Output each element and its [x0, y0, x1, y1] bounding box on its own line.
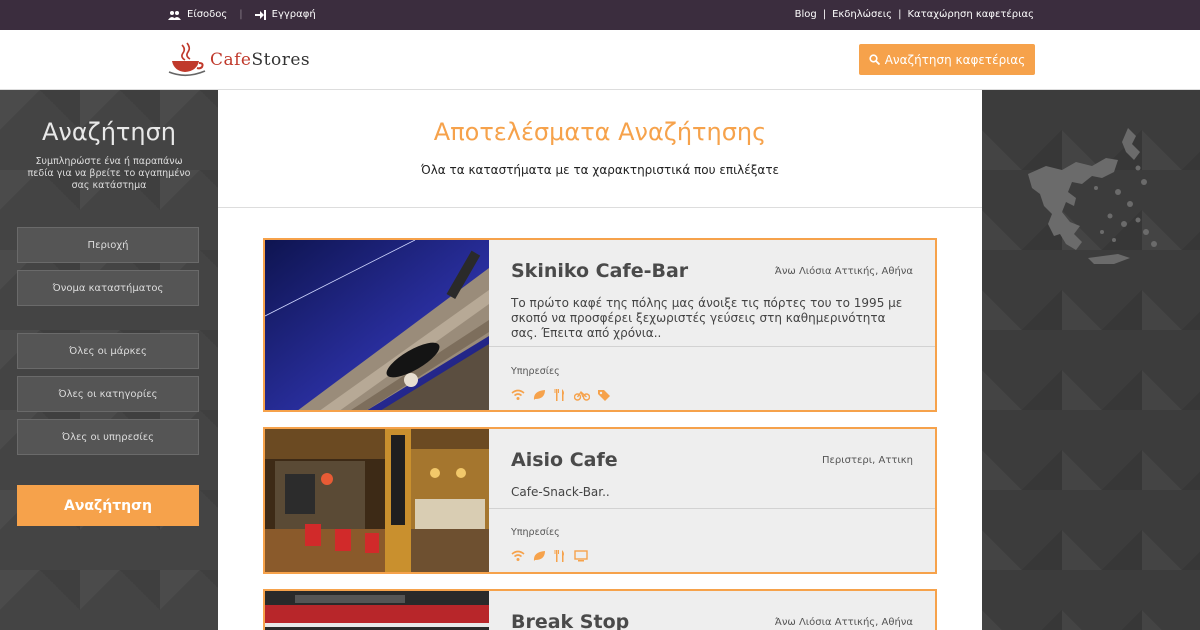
result-card[interactable]: Skiniko Cafe-Bar Άνω Λιόσια Αττικής, Αθή… [263, 238, 937, 412]
cafe-description: Cafe-Snack-Bar.. [511, 485, 610, 499]
search-cafe-button[interactable]: Αναζήτηση καφετέριας [859, 44, 1035, 75]
logo[interactable]: CafeStores [168, 39, 328, 79]
page-title: Αποτελέσματα Αναζήτησης [433, 118, 767, 146]
sign-in-icon [254, 9, 266, 20]
brands-select[interactable]: Όλες οι μάρκες [17, 333, 199, 369]
leaf-icon [532, 547, 546, 561]
services-label: Υπηρεσίες [511, 366, 560, 377]
search-icon [869, 54, 880, 65]
page-subtitle: Όλα τα καταστήματα με τα χαρακτηριστικά … [420, 163, 780, 177]
tag-icon [597, 386, 611, 401]
coffee-cup-icon [168, 42, 206, 77]
result-card[interactable]: Break Stop Άνω Λιόσια Αττικής, Αθήνα [263, 589, 937, 630]
login-link[interactable]: Είσοδος [168, 9, 227, 20]
cafe-name[interactable]: Break Stop [511, 611, 629, 630]
cafe-description: Το πρώτο καφέ της πόλης μας άνοιξε τις π… [511, 296, 903, 340]
bicycle-icon [573, 386, 591, 401]
store-name-field[interactable]: Όνομα καταστήματος [17, 270, 199, 306]
decorative-panel [982, 90, 1200, 630]
add-cafe-link[interactable]: Καταχώρηση καφετέριας [907, 9, 1034, 20]
blog-link[interactable]: Blog [795, 9, 817, 20]
cafe-name[interactable]: Aisio Cafe [511, 449, 618, 471]
cafe-location: Άνω Λιόσια Αττικής, Αθήνα [774, 266, 913, 277]
wifi-icon [511, 386, 525, 400]
cafe-photo [265, 429, 489, 572]
events-link[interactable]: Εκδηλώσεις [832, 9, 892, 20]
cafe-location: Περιστερι, Αττικη [821, 455, 913, 466]
greece-map-icon [1028, 128, 1157, 264]
categories-select[interactable]: Όλες οι κατηγορίες [17, 376, 199, 412]
cutlery-icon [553, 547, 567, 562]
cafe-name[interactable]: Skiniko Cafe-Bar [511, 260, 688, 282]
cafe-location: Άνω Λιόσια Αττικής, Αθήνα [774, 617, 913, 628]
search-cafe-label: Αναζήτηση καφετέριας [884, 52, 1026, 67]
sidebar-search-button[interactable]: Αναζήτηση [17, 485, 199, 526]
top-bar: Είσοδος | Εγγραφή Blog | Εκδηλώσεις | Κα… [0, 0, 1200, 30]
area-field[interactable]: Περιοχή [17, 227, 199, 263]
divider [218, 207, 982, 208]
services-icons [511, 547, 588, 562]
leaf-icon [532, 386, 546, 400]
wifi-icon [511, 547, 525, 561]
services-label: Υπηρεσίες [511, 527, 560, 538]
header: CafeStores Αναζήτηση καφετέριας [0, 30, 1200, 90]
services-icons [511, 386, 611, 401]
cafe-photo [265, 240, 489, 410]
cafe-photo [265, 591, 489, 630]
search-sidebar: Αναζήτηση Συμπληρώστε ένα ή παραπάνω πεδ… [0, 90, 218, 630]
register-link[interactable]: Εγγραφή [254, 9, 316, 20]
login-label: Είσοδος [187, 9, 228, 20]
tv-icon [574, 547, 588, 562]
topbar-separator: | [239, 9, 243, 20]
register-label: Εγγραφή [271, 9, 316, 20]
results-panel: Αποτελέσματα Αναζήτησης Όλα τα καταστήμα… [218, 90, 982, 630]
sidebar-title: Αναζήτηση [42, 118, 176, 146]
sidebar-description: Συμπληρώστε ένα ή παραπάνω πεδία για να … [27, 156, 191, 191]
users-icon [168, 10, 181, 20]
result-card[interactable]: Aisio Cafe Περιστερι, Αττικη Cafe-Snack-… [263, 427, 937, 574]
services-select[interactable]: Όλες οι υπηρεσίες [17, 419, 199, 455]
cutlery-icon [553, 386, 567, 401]
logo-text: CafeStores [210, 50, 311, 70]
